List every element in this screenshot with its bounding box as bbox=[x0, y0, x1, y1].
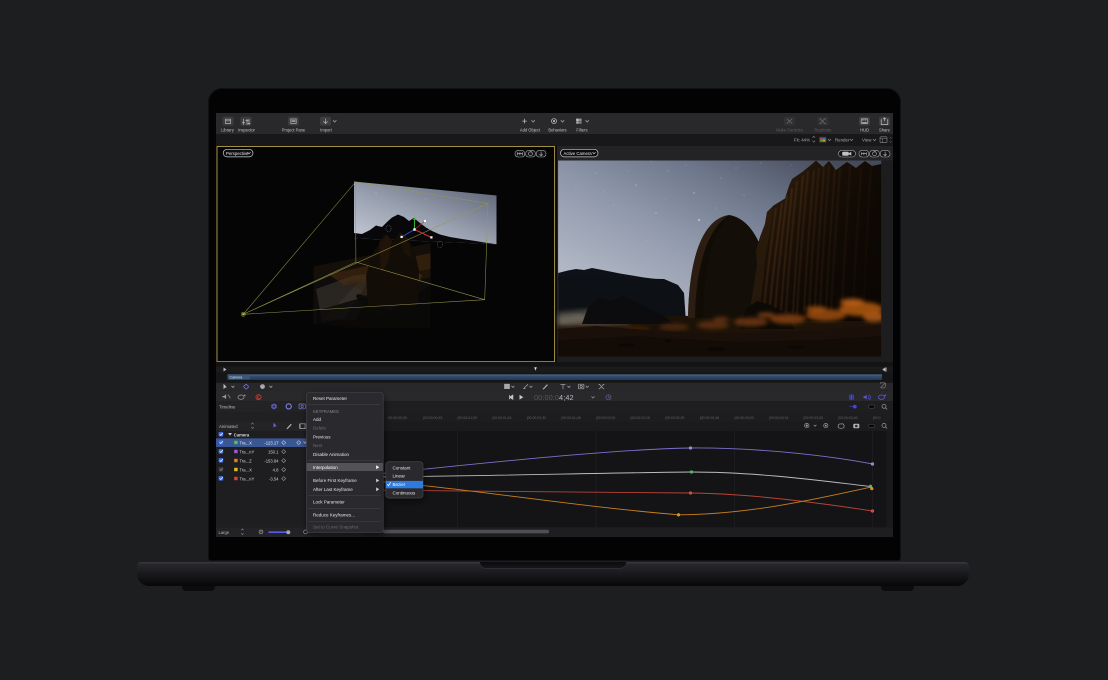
svg-text:Continuous: Continuous bbox=[392, 491, 416, 496]
svg-text:Tra...nY: Tra...nY bbox=[239, 450, 254, 455]
svg-text:Fit: 44%: Fit: 44% bbox=[793, 138, 809, 143]
svg-text:|00:00:02;16: |00:00:02;16 bbox=[630, 416, 649, 420]
svg-text:|00:00:03;30: |00:00:03;30 bbox=[803, 416, 822, 420]
svg-text:|00:00:03;16: |00:00:03;16 bbox=[768, 416, 787, 420]
svg-text:Timeline: Timeline bbox=[219, 404, 236, 409]
svg-text:Large: Large bbox=[218, 530, 229, 535]
svg-text:Add: Add bbox=[313, 417, 322, 422]
svg-text:Filters: Filters bbox=[576, 127, 587, 132]
svg-text:Set to Curve Snapshot: Set to Curve Snapshot bbox=[313, 524, 359, 529]
svg-text:Interpolation: Interpolation bbox=[313, 465, 338, 470]
svg-text:|00:00:00;45: |00:00:00;45 bbox=[422, 416, 441, 420]
svg-text:Perspective: Perspective bbox=[226, 151, 249, 156]
svg-text:|00:00:02;46: |00:00:02;46 bbox=[699, 416, 718, 420]
svg-text:|00:00:02;30: |00:00:02;30 bbox=[665, 416, 684, 420]
svg-text:Active Camera: Active Camera bbox=[563, 151, 592, 156]
svg-text:Tra...X: Tra...X bbox=[239, 468, 252, 473]
svg-text:Next: Next bbox=[313, 443, 323, 448]
svg-text:Inspector: Inspector bbox=[238, 127, 255, 132]
svg-text:Tra...Z: Tra...Z bbox=[239, 459, 252, 464]
svg-text:Render: Render bbox=[835, 138, 850, 143]
svg-text:Delete: Delete bbox=[313, 426, 327, 431]
svg-text:HUD: HUD bbox=[860, 127, 869, 132]
svg-text:Add Object: Add Object bbox=[519, 127, 540, 132]
svg-text:-3.54: -3.54 bbox=[268, 477, 278, 482]
svg-text:Replicate: Replicate bbox=[814, 127, 832, 132]
svg-text:After Last Keyframe: After Last Keyframe bbox=[313, 487, 353, 492]
svg-text:Make Particles: Make Particles bbox=[776, 127, 803, 132]
svg-text:|00:00:03;00: |00:00:03;00 bbox=[734, 416, 753, 420]
svg-text:Library: Library bbox=[221, 127, 234, 132]
svg-text:Constant: Constant bbox=[392, 465, 411, 470]
svg-text:Tra...X: Tra...X bbox=[239, 441, 252, 446]
svg-text:Lock Parameter: Lock Parameter bbox=[313, 500, 345, 505]
svg-text:-153.84: -153.84 bbox=[264, 459, 279, 464]
svg-text:|00:00:01;30: |00:00:01;30 bbox=[526, 416, 545, 420]
svg-text:Bezier: Bezier bbox=[392, 482, 405, 487]
svg-text:00:00:04;42: 00:00:04;42 bbox=[534, 393, 574, 402]
svg-text:|00:0: |00:0 bbox=[872, 416, 880, 420]
svg-text:Camera: Camera bbox=[233, 432, 249, 437]
svg-text:Reduce Keyframes...: Reduce Keyframes... bbox=[313, 512, 355, 517]
svg-text:00:00:00;30: 00:00:00;30 bbox=[388, 416, 407, 420]
svg-text:KEYFRAMES: KEYFRAMES bbox=[313, 409, 339, 414]
svg-text:Linear: Linear bbox=[392, 474, 405, 479]
svg-text:Before First Keyframe: Before First Keyframe bbox=[313, 478, 357, 483]
svg-text:Tra...nY: Tra...nY bbox=[239, 477, 254, 482]
svg-text:Import: Import bbox=[320, 127, 332, 132]
svg-text:|00:00:03;46: |00:00:03;46 bbox=[838, 416, 857, 420]
svg-text:Camera: Camera bbox=[229, 376, 242, 380]
svg-text:Project Pane: Project Pane bbox=[281, 127, 305, 132]
svg-text:Animated: Animated bbox=[219, 424, 238, 429]
svg-text:4.8: 4.8 bbox=[272, 468, 278, 473]
svg-text:Disable Animation: Disable Animation bbox=[313, 452, 350, 457]
svg-text:150.1: 150.1 bbox=[268, 450, 279, 455]
svg-text:|00:00:01;16: |00:00:01;16 bbox=[492, 416, 511, 420]
svg-text:Share: Share bbox=[879, 127, 891, 132]
svg-text:|00:00:01;00: |00:00:01;00 bbox=[457, 416, 476, 420]
svg-text:|00:00:02;00: |00:00:02;00 bbox=[595, 416, 614, 420]
svg-text:|00:00:01;45: |00:00:01;45 bbox=[561, 416, 580, 420]
svg-text:Behaviors: Behaviors bbox=[548, 127, 566, 132]
svg-text:Reset Parameter: Reset Parameter bbox=[313, 396, 348, 401]
svg-text:View: View bbox=[862, 138, 872, 143]
svg-text:Previous: Previous bbox=[313, 435, 331, 440]
svg-text:-123.17: -123.17 bbox=[264, 441, 279, 446]
